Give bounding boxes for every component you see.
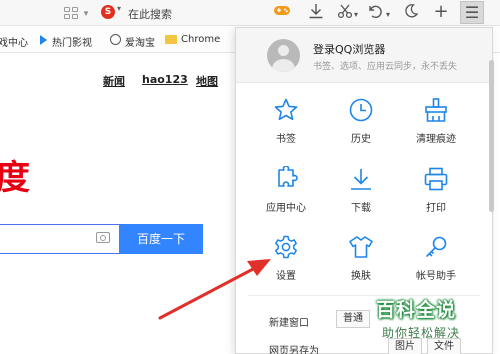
gear-icon xyxy=(275,235,297,259)
nav-link-hao123[interactable]: hao123 xyxy=(142,73,188,86)
key-icon xyxy=(425,236,447,258)
menu-item-label: 换肤 xyxy=(351,271,371,282)
camera-icon[interactable] xyxy=(96,232,110,243)
watermark: 百科全说 助你轻松解决 xyxy=(376,295,496,349)
menu-item-account-assistant[interactable]: 帐号助手 xyxy=(406,234,466,290)
download-icon xyxy=(351,169,371,190)
menu-item-label: 设置 xyxy=(276,271,296,282)
page-scrollbar[interactable] xyxy=(489,60,494,212)
nav-link-map[interactable]: 地图 xyxy=(196,73,218,89)
menu-item-label: 历史 xyxy=(351,134,371,145)
menu-item-change-skin[interactable]: 换肤 xyxy=(331,234,391,290)
search-input[interactable]: 在此搜索 xyxy=(128,6,172,22)
menu-item-label: 书签 xyxy=(276,134,296,145)
search-engine-icon[interactable]: S xyxy=(101,5,115,19)
undo-dropdown-icon[interactable]: ▾ xyxy=(384,5,392,25)
menu-item-label: 打印 xyxy=(426,203,446,214)
bookmark-game-center[interactable]: 戏中心 xyxy=(0,34,28,49)
menu-item-label: 帐号助手 xyxy=(416,271,456,282)
login-subtitle: 书签、选项、应用云同步，永不丢失 xyxy=(313,62,458,72)
baidu-search-button[interactable]: 百度一下 xyxy=(119,224,203,254)
menu-item-label: 应用中心 xyxy=(266,203,306,214)
watermark-subtitle: 助你轻松解决 xyxy=(382,326,461,340)
avatar[interactable] xyxy=(267,39,300,72)
menu-item-clear-traces[interactable]: 清理痕迹 xyxy=(406,97,466,153)
bookmark-taobao[interactable]: 爱淘宝 xyxy=(125,34,155,49)
engine-dropdown-icon[interactable]: ▾ xyxy=(117,4,121,13)
save-page-label: 网页另存为 xyxy=(269,346,319,354)
login-title[interactable]: 登录QQ浏览器 xyxy=(313,41,385,57)
chevron-down-icon[interactable]: ▾ xyxy=(81,4,91,24)
nav-link-news[interactable]: 新闻 xyxy=(103,73,125,89)
play-icon xyxy=(40,35,47,45)
menu-item-label: 下载 xyxy=(351,203,371,214)
menu-icon[interactable]: ☰ xyxy=(460,1,484,24)
menu-item-app-center[interactable]: 应用中心 xyxy=(256,166,316,222)
bookmark-hot-videos[interactable]: 热门影视 xyxy=(52,34,92,49)
globe-icon xyxy=(110,34,121,45)
bookmark-chrome-folder[interactable]: Chrome xyxy=(181,34,220,45)
menu-item-label: 清理痕迹 xyxy=(416,134,456,145)
puzzle-icon xyxy=(278,166,298,187)
menu-item-bookmarks[interactable]: 书签 xyxy=(256,97,316,153)
login-header[interactable]: 登录QQ浏览器 书签、选项、应用云同步，永不丢失 xyxy=(236,28,492,83)
menu-item-settings[interactable]: 设置 xyxy=(256,234,316,290)
star-icon xyxy=(274,98,298,121)
undo-icon[interactable] xyxy=(366,3,384,23)
clock-icon xyxy=(349,98,373,122)
night-mode-icon[interactable] xyxy=(402,3,420,23)
folder-icon xyxy=(165,35,177,44)
game-icon[interactable] xyxy=(272,3,292,23)
new-window-label: 新建窗口 xyxy=(269,318,309,329)
cut-dropdown-icon[interactable]: ▾ xyxy=(352,5,360,25)
menu-item-download[interactable]: 下载 xyxy=(331,166,391,222)
menu-item-print[interactable]: 打印 xyxy=(406,166,466,222)
baidu-logo-fragment: 度 xyxy=(0,158,30,198)
broom-icon xyxy=(425,98,447,122)
new-tab-icon[interactable]: + xyxy=(432,2,450,22)
new-normal-window-button[interactable]: 普通 xyxy=(336,310,370,328)
menu-item-history[interactable]: 历史 xyxy=(331,97,391,153)
download-icon[interactable] xyxy=(307,3,325,23)
browser-toolbar: ▾ S ▾ 在此搜索 ▾ ▾ + ☰ xyxy=(0,0,500,26)
apps-grid-icon[interactable] xyxy=(64,7,78,19)
shirt-icon xyxy=(349,236,373,258)
printer-icon xyxy=(424,167,448,191)
watermark-title: 百科全说 xyxy=(376,299,457,321)
